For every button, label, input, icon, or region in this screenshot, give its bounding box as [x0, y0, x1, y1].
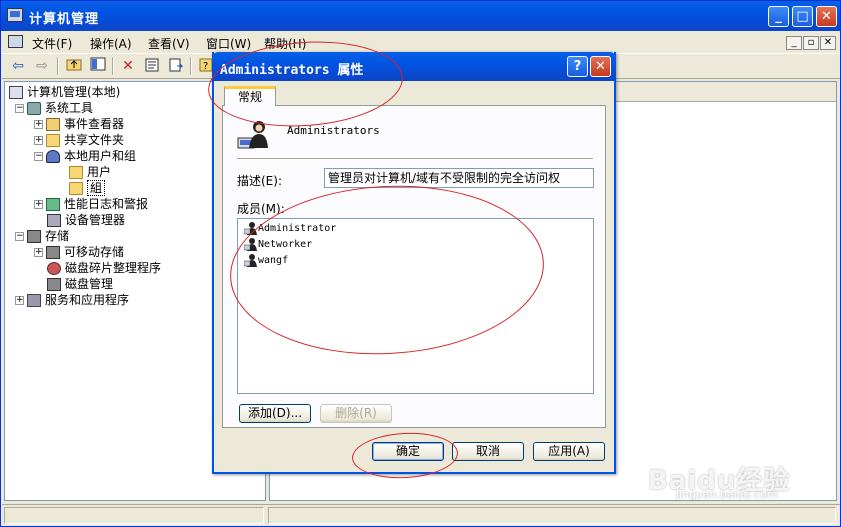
device-manager-icon [47, 214, 61, 227]
expand-icon[interactable]: + [34, 120, 43, 129]
group-name: Administrators [287, 124, 380, 137]
status-cell [268, 507, 836, 524]
disk-management-icon [47, 278, 61, 291]
storage-icon [27, 230, 41, 243]
user-group-icon [237, 121, 268, 149]
properties-icon[interactable] [142, 57, 162, 75]
toolbar-separator [57, 57, 59, 75]
description-field[interactable]: 管理员对计算机/域有不受限制的完全访问权 [324, 168, 594, 188]
apply-button[interactable]: 应用(A) [533, 442, 605, 461]
watermark-url: jingyan.baidu.com [676, 488, 778, 501]
tree-item-disk-management[interactable]: 磁盘管理 [47, 276, 113, 292]
dialog-title: Administrators 属性 [220, 63, 364, 78]
tree-item-root[interactable]: 计算机管理(本地) [9, 84, 120, 100]
tab-general[interactable]: 常规 [224, 86, 276, 106]
back-arrow-icon[interactable]: ⇦ [8, 57, 28, 75]
event-log-icon [46, 118, 60, 131]
toolbar-separator [112, 57, 114, 75]
shared-folder-icon [46, 134, 60, 147]
tree-item-device-manager[interactable]: 设备管理器 [47, 212, 125, 228]
status-cell [4, 507, 264, 524]
list-item[interactable]: wangf [244, 253, 288, 269]
computer-icon [9, 86, 23, 99]
menu-view[interactable]: 查看(V) [148, 35, 190, 52]
window-title: 计算机管理 [29, 12, 100, 27]
tree-item-defrag[interactable]: 磁盘碎片整理程序 [47, 260, 161, 276]
menu-file[interactable]: 文件(F) [32, 35, 72, 52]
dialog-close-button[interactable]: ✕ [590, 56, 611, 77]
show-hide-tree-icon[interactable] [88, 57, 108, 75]
up-folder-icon[interactable] [64, 57, 84, 75]
tree-item-groups[interactable]: 組 [69, 180, 106, 196]
tree-item-system-tools[interactable]: − 系统工具 [15, 100, 93, 116]
mdi-close-button[interactable]: ✕ [820, 36, 836, 50]
user-icon [244, 238, 257, 251]
cancel-button[interactable]: 取消 [452, 442, 524, 461]
dialog-titlebar[interactable]: Administrators 属性 ? ✕ [212, 52, 616, 81]
mdi-restore-button[interactable]: ▫ [803, 36, 819, 50]
mdi-controls: _ ▫ ✕ [785, 34, 836, 50]
defrag-icon [47, 262, 61, 275]
toolbox-icon [27, 102, 41, 115]
computer-management-icon [7, 8, 23, 22]
tree-item-shared-folders[interactable]: + 共享文件夹 [34, 132, 124, 148]
user-icon [244, 222, 257, 235]
help-button[interactable]: ? [567, 56, 588, 77]
performance-chart-icon [46, 198, 60, 211]
status-bar [2, 504, 840, 526]
minimize-button[interactable]: _ [768, 6, 789, 27]
delete-icon[interactable]: ✕ [118, 57, 138, 75]
divider [237, 158, 593, 160]
administrators-properties-dialog: Administrators 属性 ? ✕ 常规 Administrators … [212, 52, 616, 474]
tree-item-local-users-groups[interactable]: − 本地用户和组 [34, 148, 136, 164]
expand-icon[interactable]: + [34, 136, 43, 145]
tree-item-event-viewer[interactable]: + 事件查看器 [34, 116, 124, 132]
tree-item-services-apps[interactable]: + 服务和应用程序 [15, 292, 129, 308]
tree-item-users[interactable]: 用户 [69, 164, 111, 180]
baidu-watermark: Baidu经验 jingyan.baidu.com [648, 460, 790, 501]
collapse-icon[interactable]: − [34, 152, 43, 161]
toolbar-separator [190, 57, 192, 75]
menubar: 文件(F) 操作(A) 查看(V) 窗口(W) 帮助(H) _ ▫ ✕ [2, 32, 840, 52]
open-folder-icon [69, 182, 83, 195]
list-item[interactable]: Networker [244, 237, 312, 253]
close-button[interactable]: ✕ [816, 6, 837, 27]
tree-item-performance-logs[interactable]: + 性能日志和警报 [34, 196, 148, 212]
user-icon [244, 254, 257, 267]
removable-storage-icon [46, 246, 60, 259]
menu-help[interactable]: 帮助(H) [264, 35, 306, 52]
collapse-icon[interactable]: − [15, 104, 24, 113]
members-list[interactable]: Administrator Networker wangf [237, 218, 594, 394]
main-titlebar[interactable]: 计算机管理 _ □ ✕ [1, 1, 840, 31]
remove-member-button[interactable]: 删除(R) [320, 404, 392, 423]
forward-arrow-icon[interactable]: ⇨ [32, 57, 52, 75]
collapse-icon[interactable]: − [15, 232, 24, 241]
description-label: 描述(E): [237, 174, 282, 188]
mmc-document-icon[interactable] [8, 35, 23, 48]
mdi-minimize-button[interactable]: _ [786, 36, 802, 50]
folder-icon [69, 166, 83, 179]
maximize-button[interactable]: □ [792, 6, 813, 27]
menu-action[interactable]: 操作(A) [90, 35, 132, 52]
svg-text:?: ? [203, 61, 208, 72]
general-tab-panel: Administrators 描述(E): 管理员对计算机/域有不受限制的完全访… [222, 105, 606, 428]
tree-item-removable-storage[interactable]: + 可移动存储 [34, 244, 124, 260]
list-item[interactable]: Administrator [244, 221, 336, 237]
services-icon [27, 294, 41, 307]
members-label: 成员(M): [237, 202, 285, 216]
export-list-icon[interactable] [166, 57, 186, 75]
expand-icon[interactable]: + [34, 248, 43, 257]
tree-item-storage[interactable]: − 存储 [15, 228, 69, 244]
ok-button[interactable]: 确定 [372, 442, 444, 461]
expand-icon[interactable]: + [15, 296, 24, 305]
expand-icon[interactable]: + [34, 200, 43, 209]
users-icon [46, 150, 60, 163]
add-member-button[interactable]: 添加(D)... [239, 404, 311, 423]
menu-window[interactable]: 窗口(W) [206, 35, 251, 52]
